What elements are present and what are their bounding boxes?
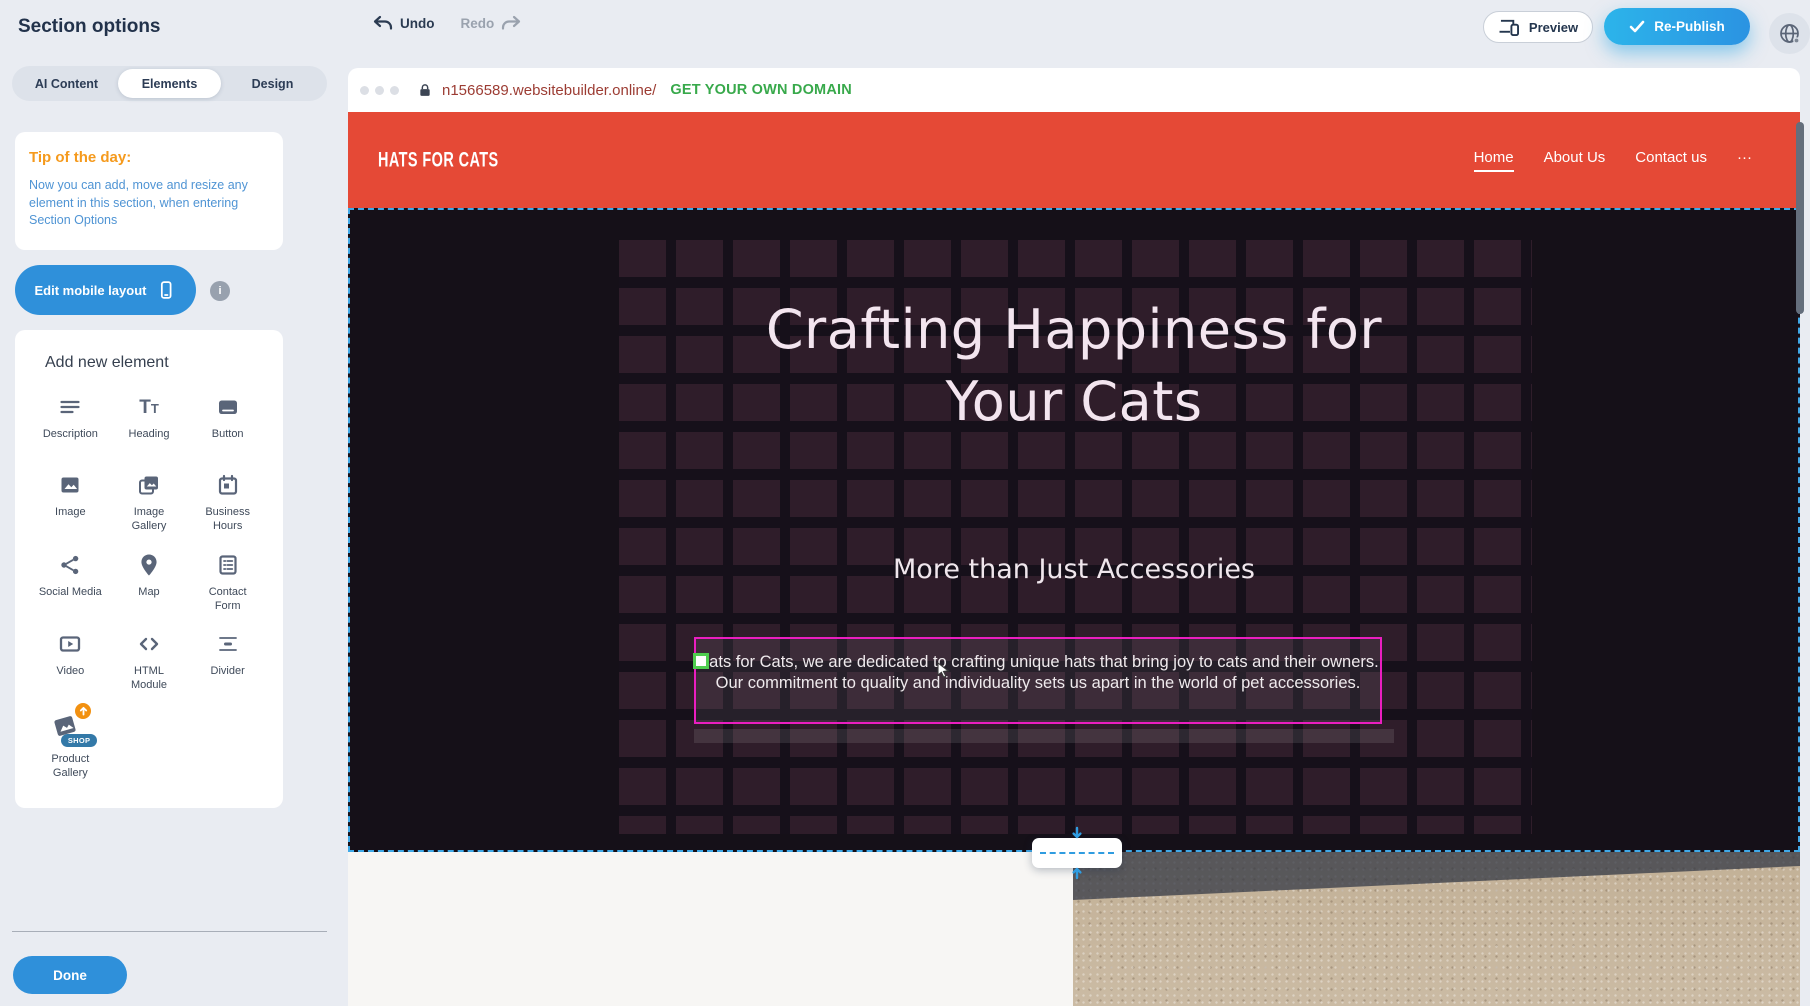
info-icon[interactable]: i (210, 281, 230, 301)
preview-scrollbar[interactable] (1796, 122, 1804, 314)
product-gallery-icon: SHOP (45, 709, 95, 747)
tip-of-the-day-card: Tip of the day: Now you can add, move an… (15, 132, 283, 250)
language-globe-button[interactable] (1769, 13, 1810, 54)
element-divider[interactable]: Divider (188, 629, 267, 693)
element-heading[interactable]: TT Heading (110, 392, 189, 454)
site-nav: Home About Us Contact us ··· (1474, 112, 1752, 208)
hero-body-text: Hats for Cats, we are dedicated to craft… (696, 639, 1380, 694)
done-button[interactable]: Done (13, 956, 127, 994)
element-product-gallery[interactable]: SHOP Product Gallery (31, 709, 110, 781)
smartphone-icon (156, 279, 176, 301)
element-map[interactable]: Map (110, 550, 189, 614)
collapse-arrows-icon (1070, 826, 1084, 880)
social-media-icon (57, 550, 83, 580)
tab-design[interactable]: Design (221, 69, 324, 98)
browser-chrome: n1566589.websitebuilder.online/ GET YOUR… (348, 68, 1800, 112)
site-header: HATS FOR CATS Home About Us Contact us ·… (348, 112, 1800, 208)
site-preview: HATS FOR CATS Home About Us Contact us ·… (348, 112, 1800, 1006)
preview-button[interactable]: Preview (1483, 11, 1593, 43)
add-new-element-panel: Add new element Description TT Heading B… (15, 330, 283, 808)
element-button[interactable]: Button (188, 392, 267, 454)
redo-icon (501, 15, 522, 31)
republish-button[interactable]: Re-Publish (1604, 8, 1750, 45)
redo-button[interactable]: Redo (461, 15, 523, 31)
contact-form-icon (215, 550, 241, 580)
page-title: Section options (18, 16, 161, 38)
tab-ai-content[interactable]: AI Content (15, 69, 118, 98)
business-hours-icon (215, 470, 241, 500)
get-domain-link[interactable]: GET YOUR OWN DOMAIN (670, 82, 852, 98)
tab-elements[interactable]: Elements (118, 69, 221, 98)
button-icon (215, 392, 241, 422)
element-image[interactable]: Image (31, 470, 110, 534)
section-resize-handle[interactable] (1032, 838, 1122, 868)
sidebar-tabs: AI Content Elements Design (12, 66, 327, 101)
element-business-hours[interactable]: Business Hours (188, 470, 267, 534)
hero-subheading[interactable]: More than Just Accessories (350, 554, 1798, 585)
tip-title: Tip of the day: (29, 149, 265, 166)
element-contact-form[interactable]: Contact Form (188, 550, 267, 614)
element-shadow-bar (694, 729, 1394, 743)
selected-text-element[interactable]: Hats for Cats, we are dedicated to craft… (694, 637, 1382, 724)
devices-icon (1498, 18, 1521, 37)
image-gallery-icon (136, 470, 162, 500)
element-html-module[interactable]: HTML Module (110, 629, 189, 693)
add-element-title: Add new element (45, 354, 267, 372)
element-grid: Description TT Heading Button Image Imag… (31, 392, 267, 780)
html-code-icon (136, 629, 162, 659)
section-options-editor: Section options Undo Redo Preview Re-Pub… (0, 0, 1810, 1006)
video-icon (57, 629, 83, 659)
hero-heading[interactable]: Crafting Happiness for Your Cats (350, 294, 1798, 438)
tip-body: Now you can add, move and resize any ele… (29, 177, 265, 230)
map-pin-icon (136, 550, 162, 580)
site-logo[interactable]: HATS FOR CATS (378, 112, 499, 220)
undo-redo-group: Undo Redo (372, 15, 522, 31)
nav-home[interactable]: Home (1474, 149, 1514, 172)
edit-mobile-layout-button[interactable]: Edit mobile layout (15, 265, 196, 315)
element-description[interactable]: Description (31, 392, 110, 454)
site-url[interactable]: n1566589.websitebuilder.online/ (442, 82, 656, 99)
nav-contact-us[interactable]: Contact us (1635, 149, 1707, 172)
element-image-gallery[interactable]: Image Gallery (110, 470, 189, 534)
check-icon (1629, 20, 1645, 33)
mouse-cursor (937, 662, 952, 679)
upload-arrow-badge (75, 703, 91, 719)
hero-section-selected[interactable]: Crafting Happiness for Your Cats More th… (348, 208, 1800, 852)
nav-more-ellipsis[interactable]: ··· (1737, 149, 1752, 172)
image-icon (57, 470, 83, 500)
lock-icon (417, 82, 433, 99)
element-social-media[interactable]: Social Media (31, 550, 110, 614)
sidebar-divider (12, 931, 327, 932)
undo-button[interactable]: Undo (372, 15, 435, 31)
paving-stones-photo (1073, 852, 1800, 1006)
selection-drag-handle[interactable] (693, 653, 709, 669)
shop-badge: SHOP (61, 734, 97, 747)
globe-icon (1778, 22, 1802, 46)
browser-dots (360, 86, 399, 95)
divider-icon (215, 629, 241, 659)
heading-icon: TT (139, 392, 159, 422)
undo-icon (372, 15, 393, 31)
nav-about-us[interactable]: About Us (1544, 149, 1606, 172)
element-video[interactable]: Video (31, 629, 110, 693)
description-icon (57, 392, 83, 422)
